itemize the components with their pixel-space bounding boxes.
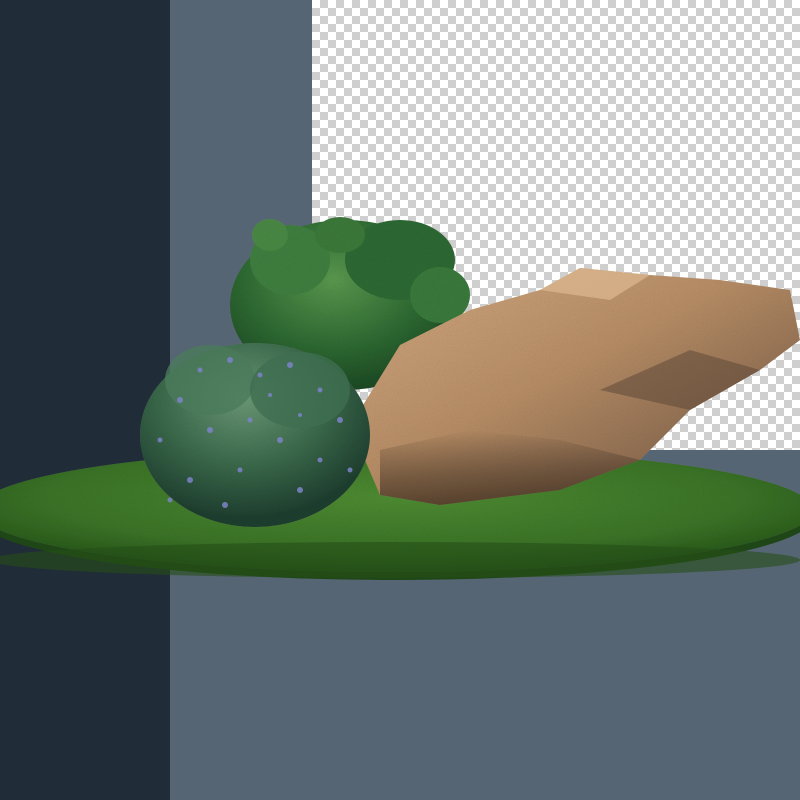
landscape-illustration bbox=[0, 217, 800, 580]
flowering-shrub bbox=[140, 343, 370, 527]
scene-canvas bbox=[0, 0, 800, 800]
